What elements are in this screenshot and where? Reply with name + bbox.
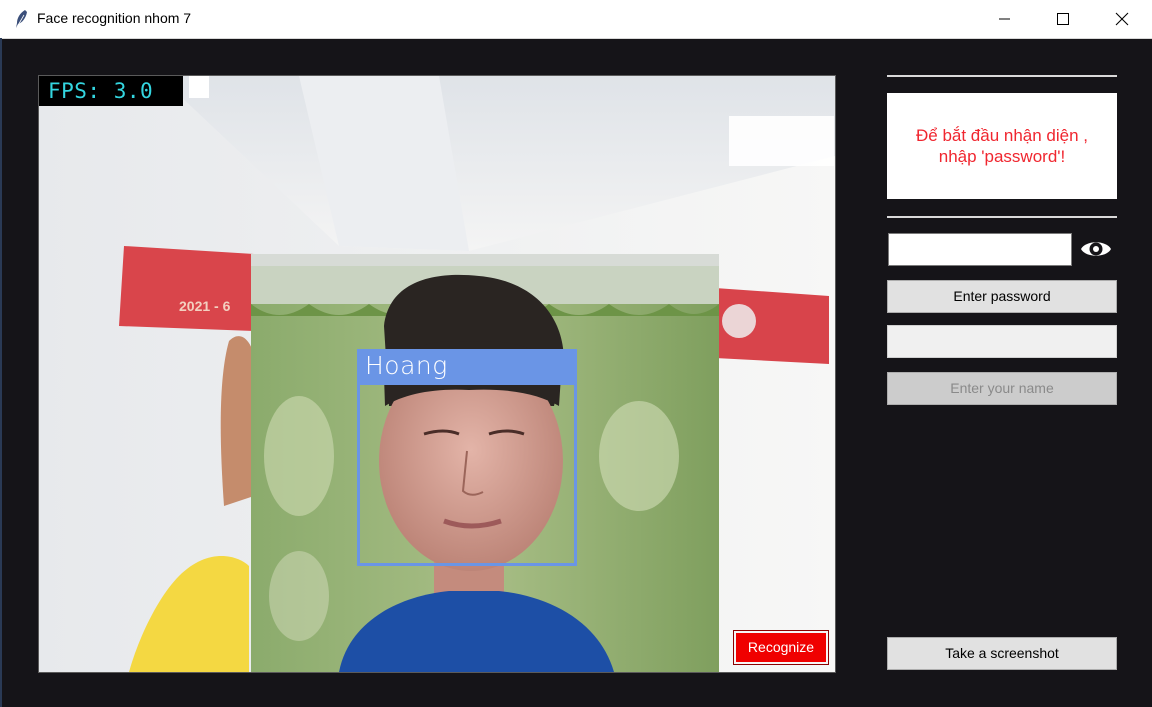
close-icon — [1115, 12, 1129, 26]
title-bar: Face recognition nhom 7 — [0, 0, 1152, 39]
svg-text:2021 - 6: 2021 - 6 — [179, 298, 231, 314]
eye-icon[interactable] — [1080, 237, 1112, 261]
app-window: Face recognition nhom 7 2021 - 6 FPS: 3.… — [0, 0, 1152, 707]
enter-password-button[interactable]: Enter password — [887, 280, 1117, 313]
fps-counter: FPS: 3.0 — [39, 76, 183, 106]
minimize-button[interactable] — [976, 0, 1034, 38]
message-box: Để bắt đầu nhận diện , nhập 'password'! — [887, 93, 1117, 199]
feather-icon — [16, 10, 27, 28]
face-name-label: Hoang — [357, 349, 577, 385]
close-button[interactable] — [1093, 0, 1151, 38]
recognize-button[interactable]: Recognize — [733, 630, 829, 665]
password-field[interactable] — [888, 233, 1072, 266]
status-message: Để bắt đầu nhận diện , nhập 'password'! — [915, 126, 1089, 166]
enter-name-button[interactable]: Enter your name — [887, 372, 1117, 405]
maximize-icon — [1057, 13, 1069, 25]
divider-middle — [887, 216, 1117, 218]
divider-top — [887, 75, 1117, 77]
name-field[interactable] — [887, 325, 1117, 358]
maximize-button[interactable] — [1034, 0, 1092, 38]
minimize-icon — [999, 18, 1010, 20]
screenshot-button[interactable]: Take a screenshot — [887, 637, 1117, 670]
window-title: Face recognition nhom 7 — [37, 10, 192, 26]
camera-feed: 2021 - 6 FPS: 3.0 Hoang Recognize — [38, 75, 836, 673]
window-edge — [0, 38, 2, 707]
